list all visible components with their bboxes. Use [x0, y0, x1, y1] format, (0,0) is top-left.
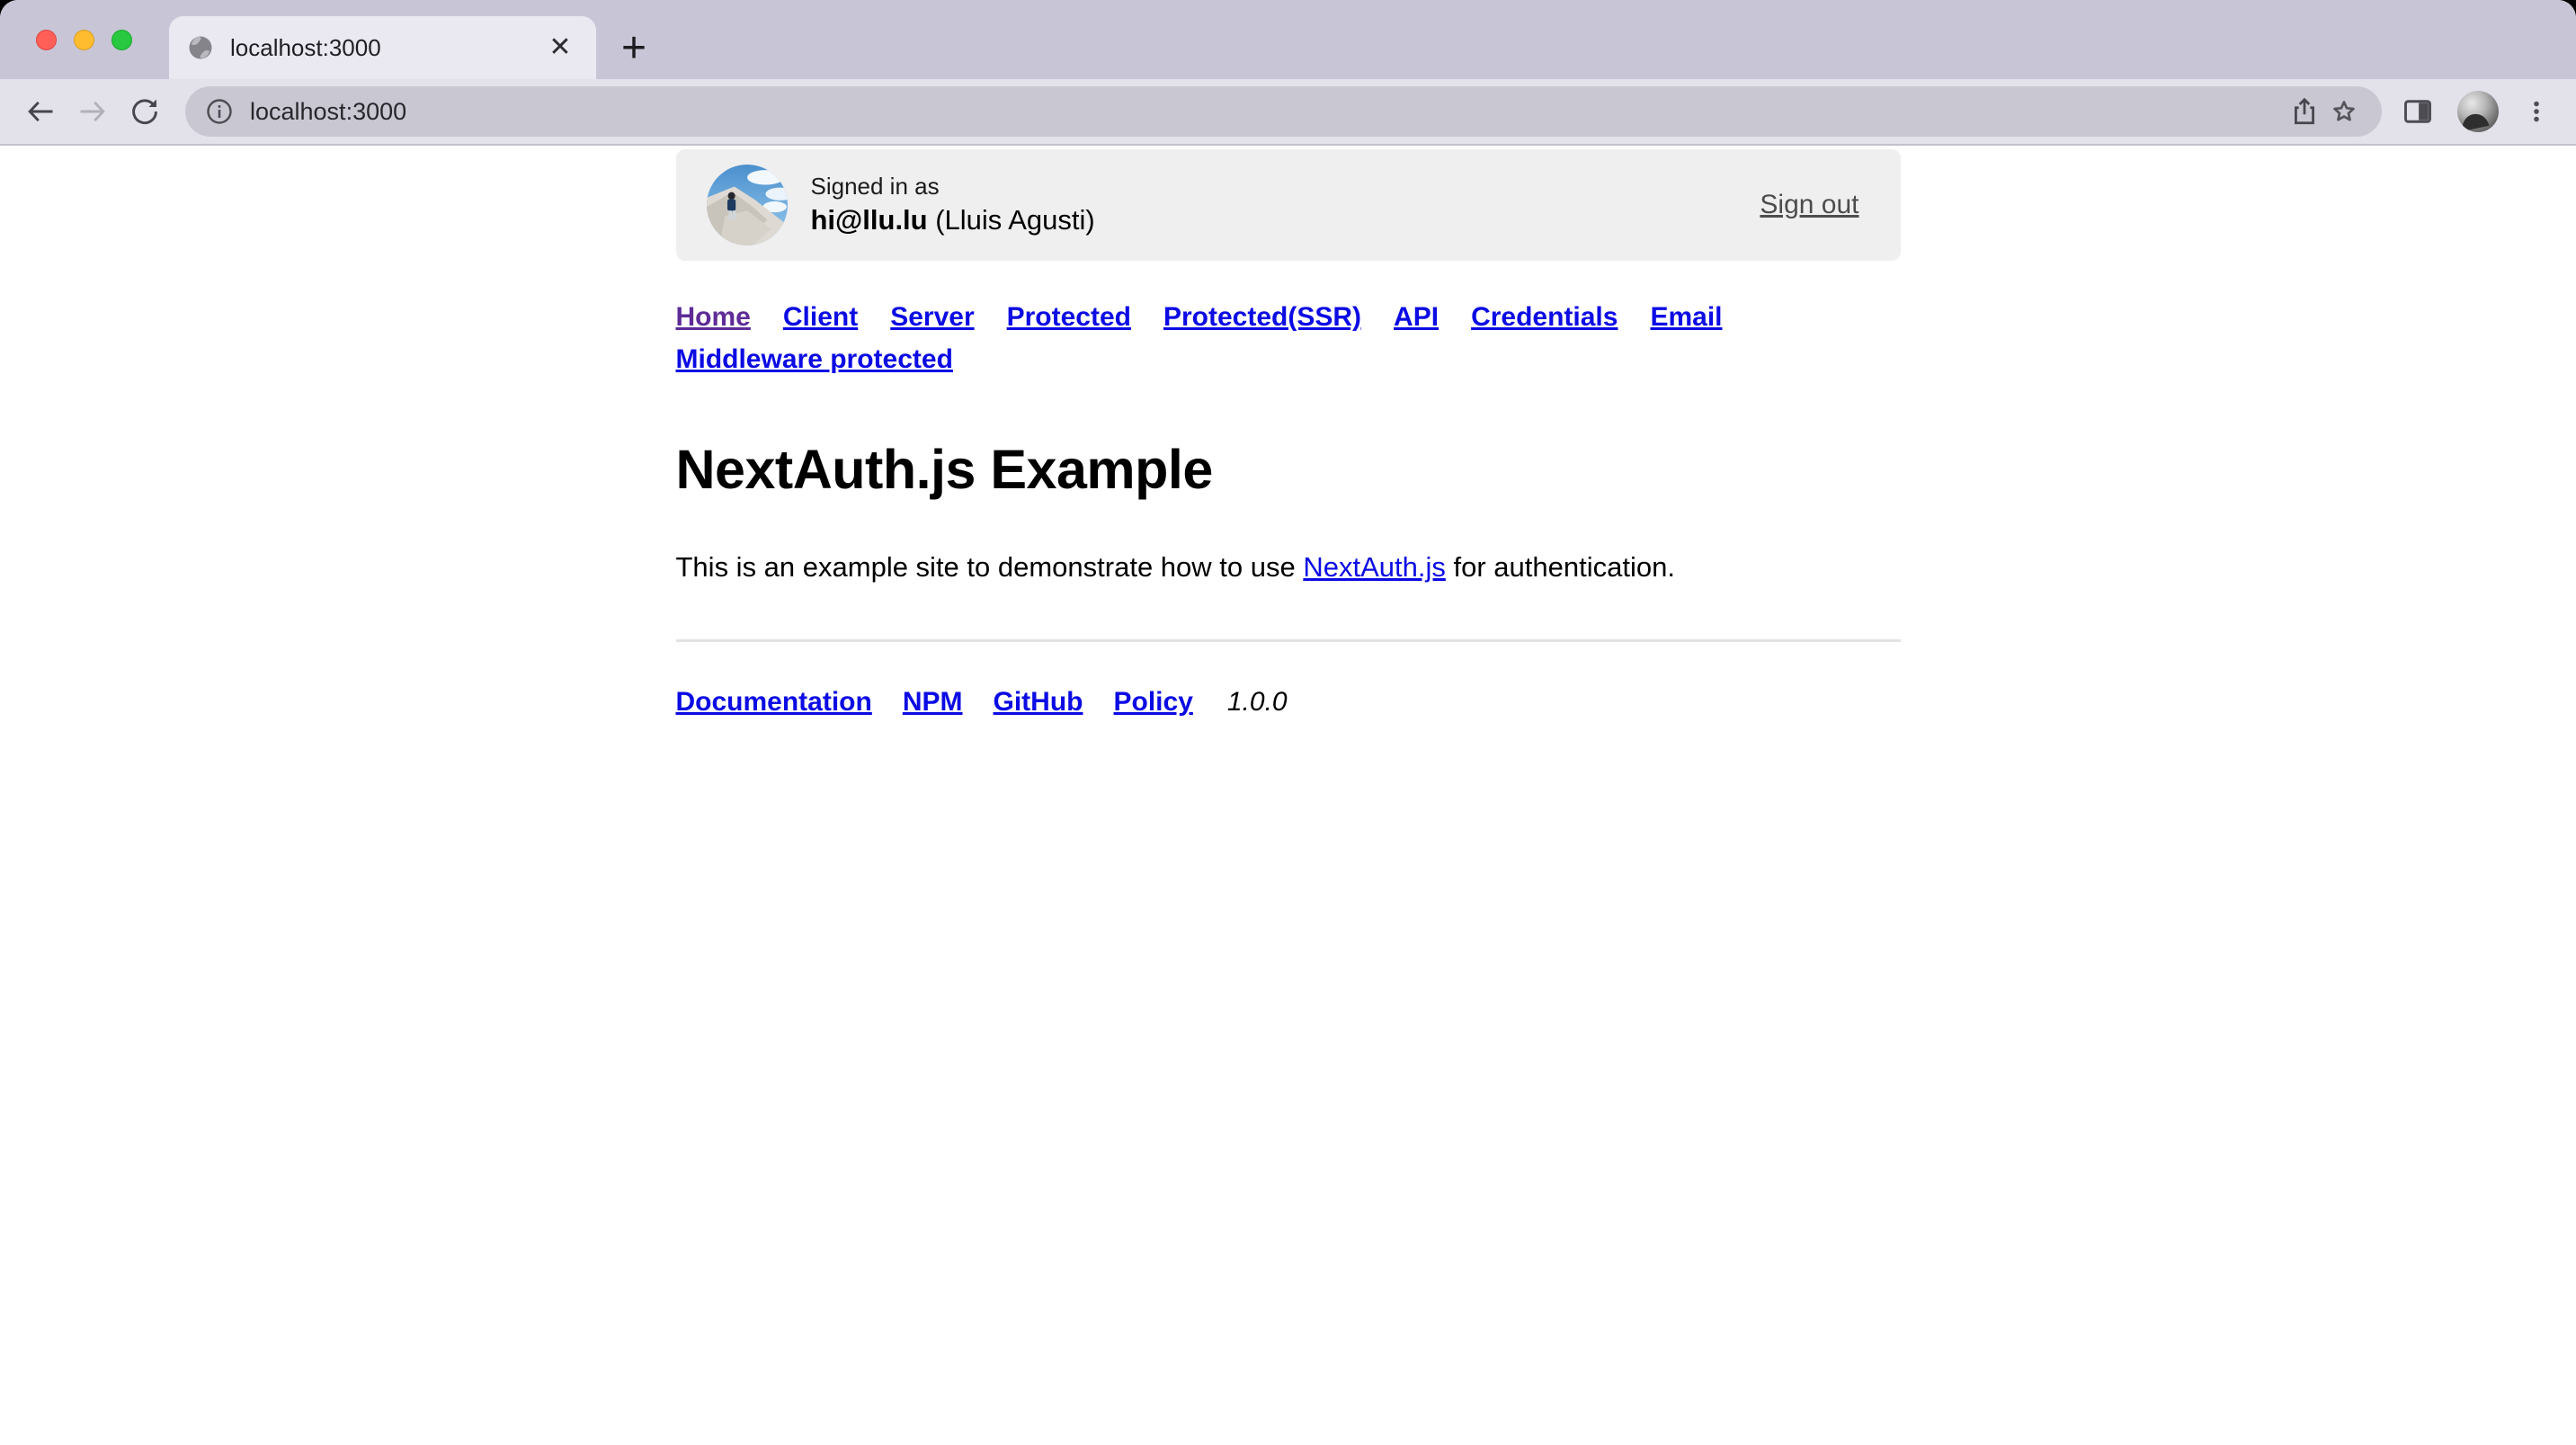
browser-window: localhost:3000 ✕ +: [0, 0, 2576, 1445]
new-tab-button[interactable]: +: [609, 22, 659, 73]
three-dot-menu-icon: [2521, 96, 2552, 127]
url-text: localhost:3000: [250, 98, 406, 126]
tab-title: localhost:3000: [230, 34, 381, 62]
footer-link-policy[interactable]: Policy: [1114, 687, 1193, 718]
page-intro: This is an example site to demonstrate h…: [676, 549, 1901, 585]
nav-link-middleware-protected[interactable]: Middleware protected: [676, 344, 953, 375]
side-panel-icon: [2402, 95, 2434, 128]
sign-out-button[interactable]: Sign out: [1760, 190, 1858, 220]
nav-link-protected-ssr[interactable]: Protected(SSR): [1163, 302, 1361, 333]
bookmark-button[interactable]: [2324, 92, 2364, 131]
intro-text-before: This is an example site to demonstrate h…: [676, 551, 1304, 583]
browser-tab[interactable]: localhost:3000 ✕: [169, 16, 596, 79]
footer-divider: [676, 639, 1901, 642]
forward-arrow-icon: [76, 95, 109, 128]
tab-close-icon[interactable]: ✕: [544, 31, 576, 64]
nav-link-email[interactable]: Email: [1650, 302, 1722, 333]
nav-link-server[interactable]: Server: [890, 302, 974, 333]
footer-link-github[interactable]: GitHub: [994, 687, 1083, 718]
address-bar[interactable]: localhost:3000: [185, 86, 2382, 137]
page-content: Signed in as hi@llu.lu (Lluis Agusti) Si…: [0, 146, 2576, 1445]
user-avatar: [707, 165, 788, 245]
nav-link-protected[interactable]: Protected: [1007, 302, 1131, 333]
signed-in-text: Signed in as hi@llu.lu (Lluis Agusti): [811, 171, 1095, 239]
reload-button[interactable]: [119, 85, 171, 138]
page-title: NextAuth.js Example: [676, 438, 1901, 501]
back-arrow-icon: [24, 95, 57, 128]
site-nav: Home Client Server Protected Protected(S…: [676, 302, 1901, 375]
nav-link-home[interactable]: Home: [676, 302, 751, 333]
browser-toolbar: localhost:3000: [0, 79, 2576, 146]
toolbar-right-group: [2396, 90, 2556, 133]
signed-in-email: hi@llu.lu: [811, 204, 928, 236]
nextauth-link[interactable]: NextAuth.js: [1303, 551, 1446, 583]
reload-icon: [129, 95, 161, 128]
share-button[interactable]: [2285, 92, 2324, 131]
footer-link-npm[interactable]: NPM: [903, 687, 963, 718]
globe-favicon-icon: [187, 34, 214, 61]
star-icon: [2329, 96, 2359, 127]
window-close-button[interactable]: [36, 30, 57, 50]
signed-in-header: Signed in as hi@llu.lu (Lluis Agusti) Si…: [676, 149, 1901, 261]
nav-link-credentials[interactable]: Credentials: [1471, 302, 1618, 333]
site-info-icon[interactable]: [205, 97, 234, 126]
signed-in-label: Signed in as: [811, 171, 1095, 201]
side-panel-button[interactable]: [2396, 90, 2439, 133]
intro-text-after: for authentication.: [1446, 551, 1675, 583]
browser-profile-avatar[interactable]: [2457, 91, 2499, 132]
signed-in-identity: hi@llu.lu (Lluis Agusti): [811, 201, 1095, 239]
window-zoom-button[interactable]: [111, 30, 132, 50]
nav-link-api[interactable]: API: [1394, 302, 1439, 333]
share-icon: [2289, 96, 2320, 127]
browser-menu-button[interactable]: [2517, 90, 2556, 133]
footer-link-documentation[interactable]: Documentation: [676, 687, 872, 718]
nav-link-client[interactable]: Client: [783, 302, 858, 333]
back-button[interactable]: [14, 85, 67, 138]
signed-in-name: (Lluis Agusti): [928, 204, 1095, 236]
window-controls: [36, 30, 132, 50]
tab-strip: localhost:3000 ✕ +: [0, 0, 2576, 79]
forward-button[interactable]: [67, 85, 119, 138]
site-footer: Documentation NPM GitHub Policy 1.0.0: [676, 687, 1901, 718]
version-label: 1.0.0: [1227, 687, 1288, 718]
window-minimize-button[interactable]: [74, 30, 94, 50]
